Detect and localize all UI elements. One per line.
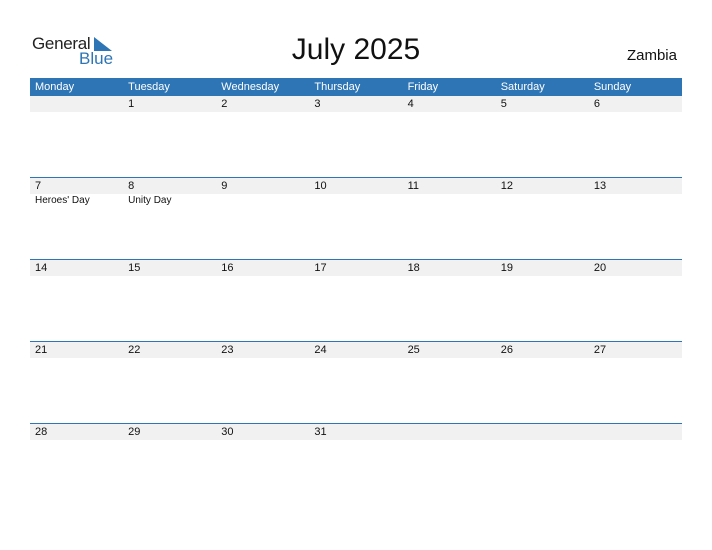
day-number: 19 <box>500 262 513 274</box>
day-number <box>403 424 496 440</box>
weekday-header: Monday Tuesday Wednesday Thursday Friday… <box>30 78 682 96</box>
day-number: 8 <box>128 180 135 192</box>
day-number: 15 <box>128 262 141 274</box>
day-number: 29 <box>128 426 141 438</box>
day-number <box>496 424 589 440</box>
day-number: 23 <box>221 344 234 356</box>
day-number: 20 <box>593 262 607 274</box>
holiday-label <box>589 194 682 208</box>
holiday-label: Heroes' Day <box>35 195 90 206</box>
day-number: 2 <box>221 98 228 110</box>
holiday-label <box>309 194 402 208</box>
day-number <box>589 424 682 440</box>
weekday-monday: Monday <box>35 81 75 93</box>
calendar-grid: Monday Tuesday Wednesday Thursday Friday… <box>30 78 682 505</box>
day-number-row: 7 8 9 10 11 12 13 <box>30 178 682 194</box>
day-number-row: 1 2 3 4 5 6 <box>30 96 682 112</box>
day-number: 3 <box>314 98 321 110</box>
day-number: 14 <box>35 262 48 274</box>
day-number: 13 <box>593 180 607 192</box>
holiday-label: Unity Day <box>128 195 172 206</box>
week-row: 1 2 3 4 5 6 <box>30 96 682 177</box>
weeks-container: 1 2 3 4 5 6 7 8 9 10 11 12 13 Heroes' Day Unity Day 14 1… <box>30 96 682 505</box>
event-row: Heroes' Day Unity Day <box>30 194 682 208</box>
day-number: 26 <box>500 344 513 356</box>
day-number: 11 <box>407 180 419 192</box>
day-number: 4 <box>407 98 414 110</box>
day-number: 5 <box>500 98 507 110</box>
day-number: 9 <box>221 180 228 192</box>
calendar-title: July 2025 <box>291 33 421 66</box>
weekday-tuesday: Tuesday <box>128 81 170 93</box>
weekday-thursday: Thursday <box>314 81 361 93</box>
holiday-label <box>496 194 589 208</box>
day-number: 24 <box>314 344 327 356</box>
day-number-row: 28 29 30 31 <box>30 424 682 440</box>
day-number-row: 14 15 16 17 18 19 20 <box>30 260 682 276</box>
day-number <box>30 96 123 112</box>
day-number: 31 <box>314 426 327 438</box>
day-number: 27 <box>593 344 607 356</box>
day-number: 22 <box>128 344 141 356</box>
weekday-wednesday: Wednesday <box>221 81 280 93</box>
day-number: 6 <box>593 98 600 110</box>
holiday-label <box>216 194 309 208</box>
week-row: 14 15 16 17 18 19 20 <box>30 259 682 341</box>
day-number: 28 <box>35 426 48 438</box>
weekday-friday: Friday <box>407 81 439 93</box>
week-row: 7 8 9 10 11 12 13 Heroes' Day Unity Day <box>30 177 682 259</box>
day-number: 21 <box>35 344 48 356</box>
country-label: Zambia <box>626 47 677 64</box>
day-number: 25 <box>407 344 420 356</box>
week-row: 28 29 30 31 <box>30 423 682 505</box>
day-number: 30 <box>221 426 234 438</box>
holiday-label <box>403 194 496 208</box>
weekday-sunday: Sunday <box>593 81 632 93</box>
day-number: 10 <box>314 180 327 192</box>
day-number: 16 <box>221 262 234 274</box>
week-row: 21 22 23 24 25 26 27 <box>30 341 682 423</box>
day-number: 18 <box>407 262 420 274</box>
day-number: 17 <box>314 262 327 274</box>
weekday-saturday: Saturday <box>500 81 545 93</box>
day-number: 7 <box>35 180 42 192</box>
day-number-row: 21 22 23 24 25 26 27 <box>30 342 682 358</box>
day-number: 1 <box>128 98 135 110</box>
day-number: 12 <box>500 180 513 192</box>
